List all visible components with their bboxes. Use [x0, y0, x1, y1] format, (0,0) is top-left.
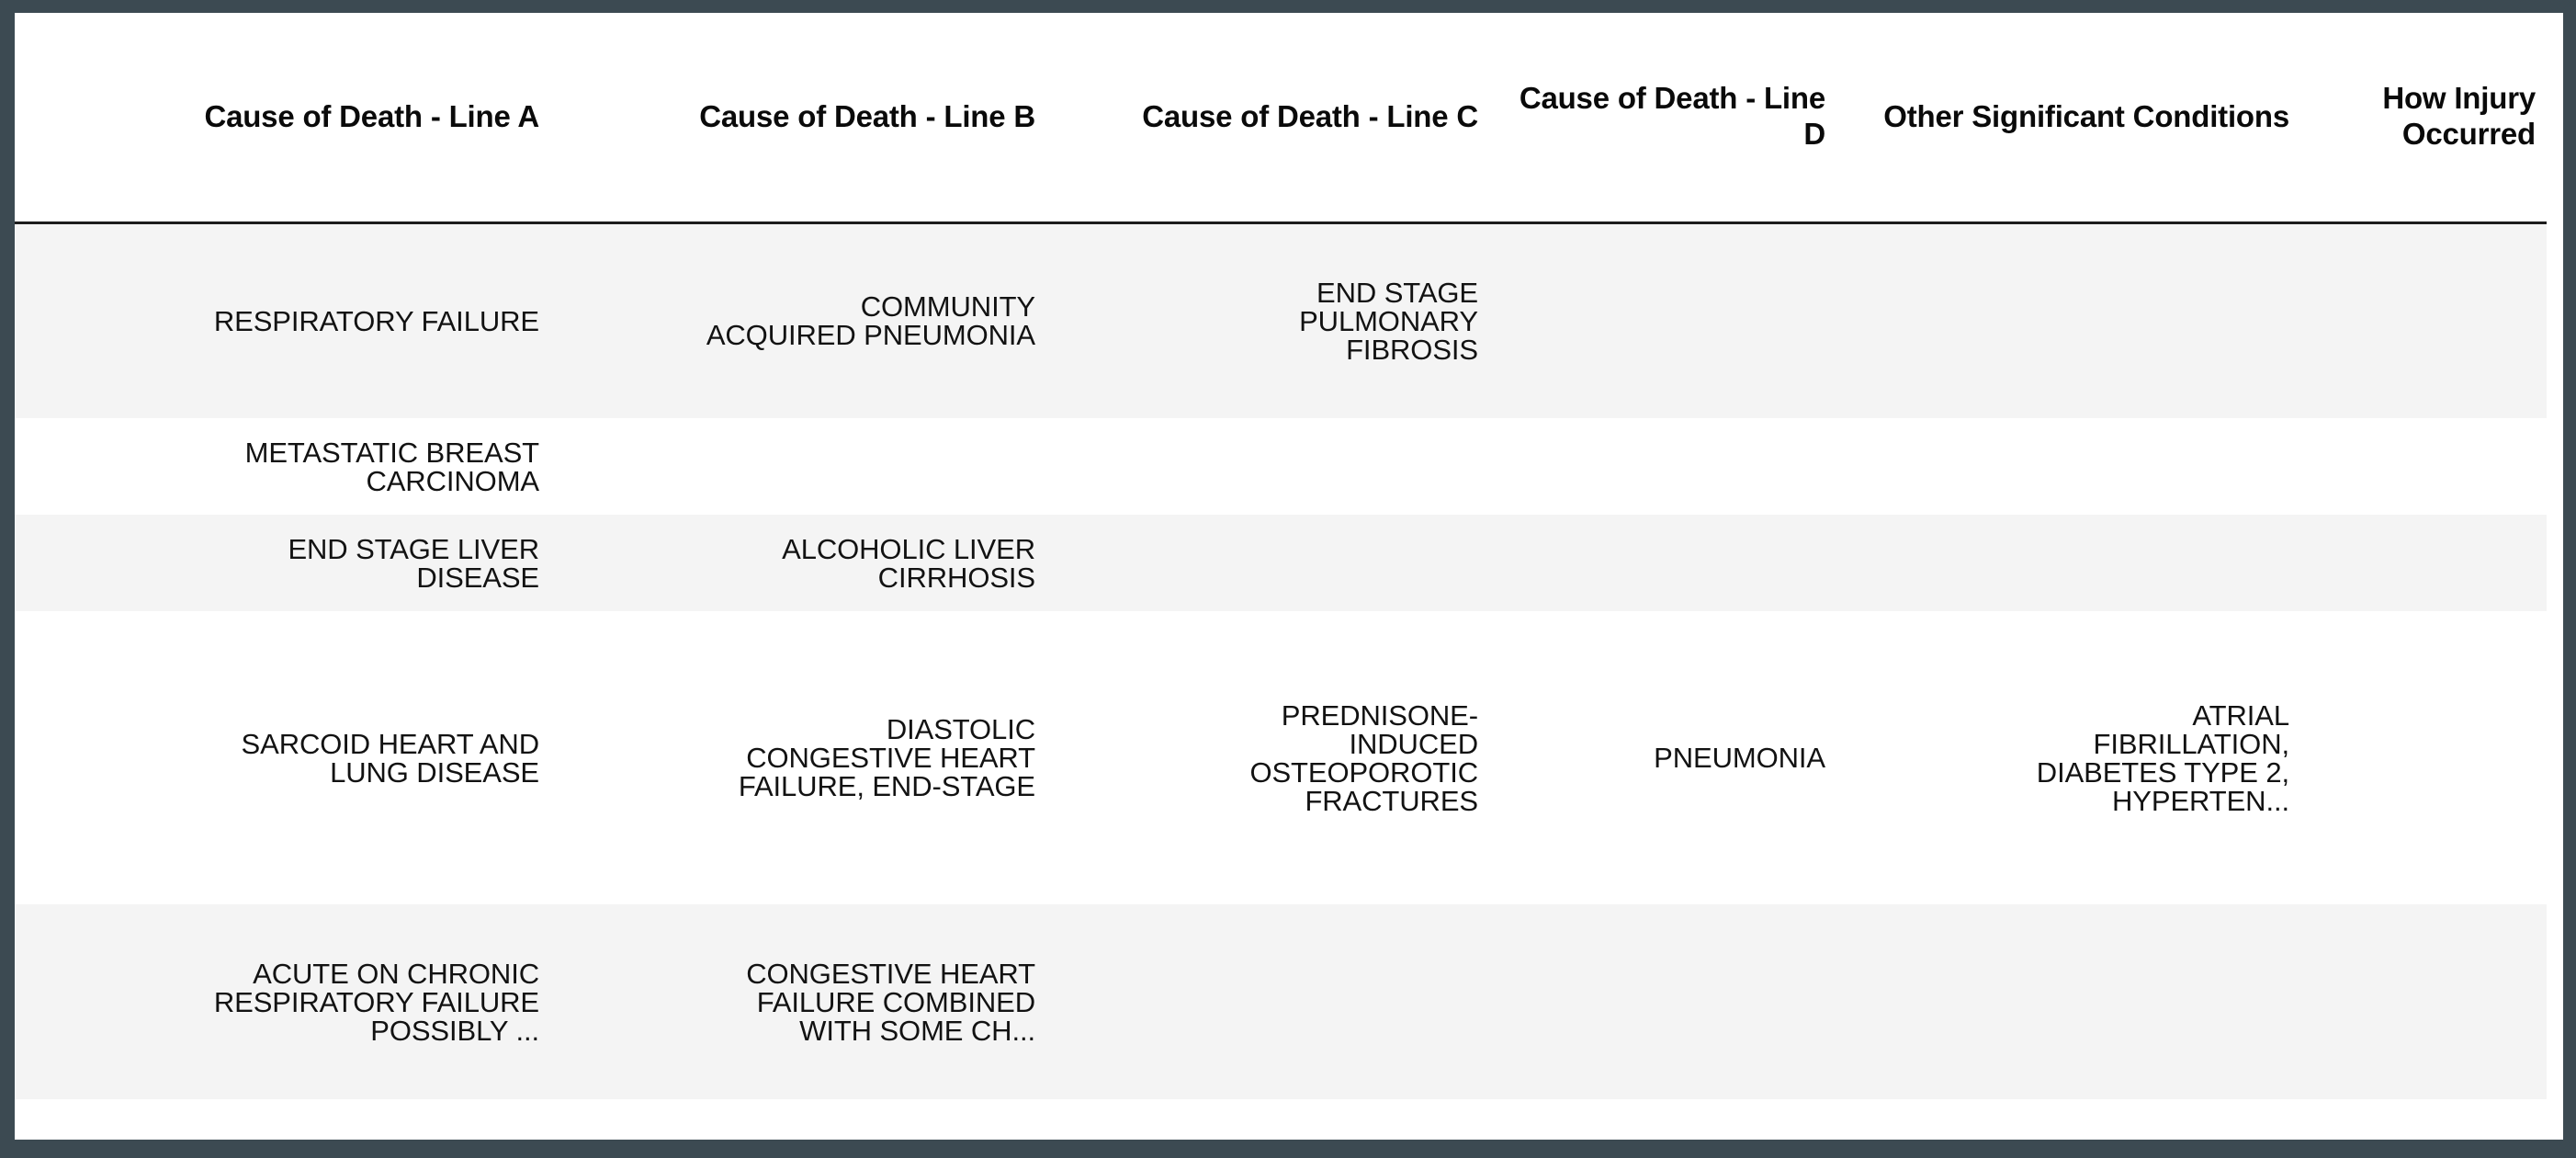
table-header: Cause of Death - Line A Cause of Death -…	[15, 13, 2547, 222]
cell-line-a: SARCOID HEART AND LUNG DISEASE	[15, 611, 550, 904]
cell-how-injury-occurred	[2300, 515, 2547, 611]
cell-how-injury-occurred	[2300, 222, 2547, 418]
cell-line-c	[1046, 418, 1489, 515]
cell-line-d: PNEUMONIA	[1489, 611, 1836, 904]
table-row[interactable]: RESPIRATORY FAILURE COMMUNITY ACQUIRED P…	[15, 222, 2547, 418]
cell-line-a: METASTATIC BREAST CARCINOMA	[15, 418, 550, 515]
cell-how-injury-occurred	[2300, 904, 2547, 1099]
column-header-line-a[interactable]: Cause of Death - Line A	[15, 13, 550, 222]
table-row[interactable]: ACUTE ON CHRONIC RESPIRATORY FAILURE POS…	[15, 904, 2547, 1099]
cause-of-death-table: Cause of Death - Line A Cause of Death -…	[15, 13, 2547, 1099]
cell-how-injury-occurred	[2300, 418, 2547, 515]
column-header-how-injury-occurred[interactable]: How Injury Occurred	[2300, 13, 2547, 222]
cell-how-injury-occurred	[2300, 611, 2547, 904]
cell-line-d	[1489, 418, 1836, 515]
table-header-row: Cause of Death - Line A Cause of Death -…	[15, 13, 2547, 222]
cell-line-a: RESPIRATORY FAILURE	[15, 222, 550, 418]
cell-line-c: END STAGE PULMONARY FIBROSIS	[1046, 222, 1489, 418]
cell-line-c	[1046, 515, 1489, 611]
cell-line-d	[1489, 904, 1836, 1099]
table-row[interactable]: END STAGE LIVER DISEASE ALCOHOLIC LIVER …	[15, 515, 2547, 611]
table-row[interactable]: SARCOID HEART AND LUNG DISEASE DIASTOLIC…	[15, 611, 2547, 904]
table-frame: Cause of Death - Line A Cause of Death -…	[15, 13, 2563, 1140]
column-header-line-b[interactable]: Cause of Death - Line B	[550, 13, 1046, 222]
cell-other-significant-conditions	[1836, 418, 2300, 515]
table-row[interactable]: METASTATIC BREAST CARCINOMA	[15, 418, 2547, 515]
cell-other-significant-conditions	[1836, 904, 2300, 1099]
cell-other-significant-conditions	[1836, 222, 2300, 418]
cell-line-b: DIASTOLIC CONGESTIVE HEART FAILURE, END-…	[550, 611, 1046, 904]
cell-line-c	[1046, 904, 1489, 1099]
cell-line-b: CONGESTIVE HEART FAILURE COMBINED WITH S…	[550, 904, 1046, 1099]
column-header-line-d[interactable]: Cause of Death - Line D	[1489, 13, 1836, 222]
column-header-line-c[interactable]: Cause of Death - Line C	[1046, 13, 1489, 222]
cell-line-d	[1489, 222, 1836, 418]
cell-line-a: ACUTE ON CHRONIC RESPIRATORY FAILURE POS…	[15, 904, 550, 1099]
cell-line-b: COMMUNITY ACQUIRED PNEUMONIA	[550, 222, 1046, 418]
cell-line-b	[550, 418, 1046, 515]
table-body: RESPIRATORY FAILURE COMMUNITY ACQUIRED P…	[15, 222, 2547, 1099]
cell-line-d	[1489, 515, 1836, 611]
cell-line-a: END STAGE LIVER DISEASE	[15, 515, 550, 611]
cell-line-b: ALCOHOLIC LIVER CIRRHOSIS	[550, 515, 1046, 611]
cell-other-significant-conditions	[1836, 515, 2300, 611]
cell-line-c: PREDNISONE- INDUCED OSTEOPOROTIC FRACTUR…	[1046, 611, 1489, 904]
cell-other-significant-conditions: ATRIAL FIBRILLATION, DIABETES TYPE 2, HY…	[1836, 611, 2300, 904]
column-header-other-significant-conditions[interactable]: Other Significant Conditions	[1836, 13, 2300, 222]
